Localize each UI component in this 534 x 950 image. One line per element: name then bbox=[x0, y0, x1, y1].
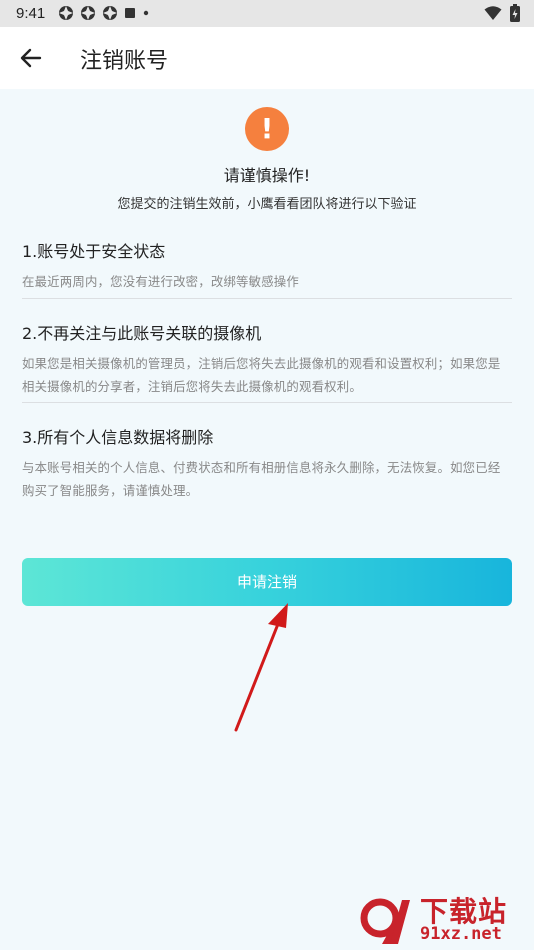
notification-app-icon bbox=[81, 6, 95, 20]
divider bbox=[22, 402, 512, 403]
watermark: 下载站 91xz.net bbox=[356, 890, 528, 948]
status-time: 9:41 bbox=[16, 5, 46, 22]
warning-subtitle: 您提交的注销生效前，小鹰看看团队将进行以下验证 bbox=[117, 197, 417, 212]
verify-item-cameras: 2.不再关注与此账号关联的摄像机 如果您是相关摄像机的管理员，注销后您将失去此摄… bbox=[22, 320, 512, 398]
verify-item-desc: 如果您是相关摄像机的管理员，注销后您将失去此摄像机的观看和设置权利；如果您是相关… bbox=[22, 356, 501, 394]
arrow-left-icon bbox=[20, 48, 42, 68]
warning-title: 请谨慎操作! bbox=[223, 166, 311, 185]
notification-app-icon bbox=[59, 6, 73, 20]
verify-item-desc: 在最近两周内，您没有进行改密，改绑等敏感操作 bbox=[22, 274, 299, 289]
notification-app-icon bbox=[103, 6, 117, 20]
watermark-logo bbox=[360, 898, 410, 944]
apply-cancel-account-button[interactable]: 申请注销 bbox=[22, 558, 512, 606]
watermark-url: 91xz.net bbox=[420, 924, 502, 944]
verify-item-data-deletion: 3.所有个人信息数据将删除 与本账号相关的个人信息、付费状态和所有相册信息将永久… bbox=[22, 424, 512, 502]
status-right bbox=[484, 4, 520, 22]
verify-item-security: 1.账号处于安全状态 在最近两周内，您没有进行改密，改绑等敏感操作 bbox=[22, 238, 512, 293]
app-bar: 注销账号 bbox=[0, 27, 534, 89]
notification-icons bbox=[58, 5, 150, 21]
verify-item-title: 3.所有个人信息数据将删除 bbox=[22, 428, 214, 447]
wifi-icon bbox=[484, 6, 502, 20]
page-title: 注销账号 bbox=[80, 49, 169, 74]
verify-item-title: 2.不再关注与此账号关联的摄像机 bbox=[22, 324, 262, 343]
stop-icon bbox=[125, 8, 135, 18]
verify-item-desc: 与本账号相关的个人信息、付费状态和所有相册信息将永久删除，无法恢复。如您已经购买… bbox=[22, 460, 501, 498]
verify-item-title: 1.账号处于安全状态 bbox=[22, 242, 166, 261]
warning-icon: ! bbox=[245, 107, 289, 151]
back-button[interactable] bbox=[18, 45, 44, 71]
divider bbox=[22, 298, 512, 299]
battery-icon bbox=[510, 4, 520, 22]
status-bar: 9:41 bbox=[0, 0, 534, 27]
dot-icon bbox=[143, 10, 149, 16]
